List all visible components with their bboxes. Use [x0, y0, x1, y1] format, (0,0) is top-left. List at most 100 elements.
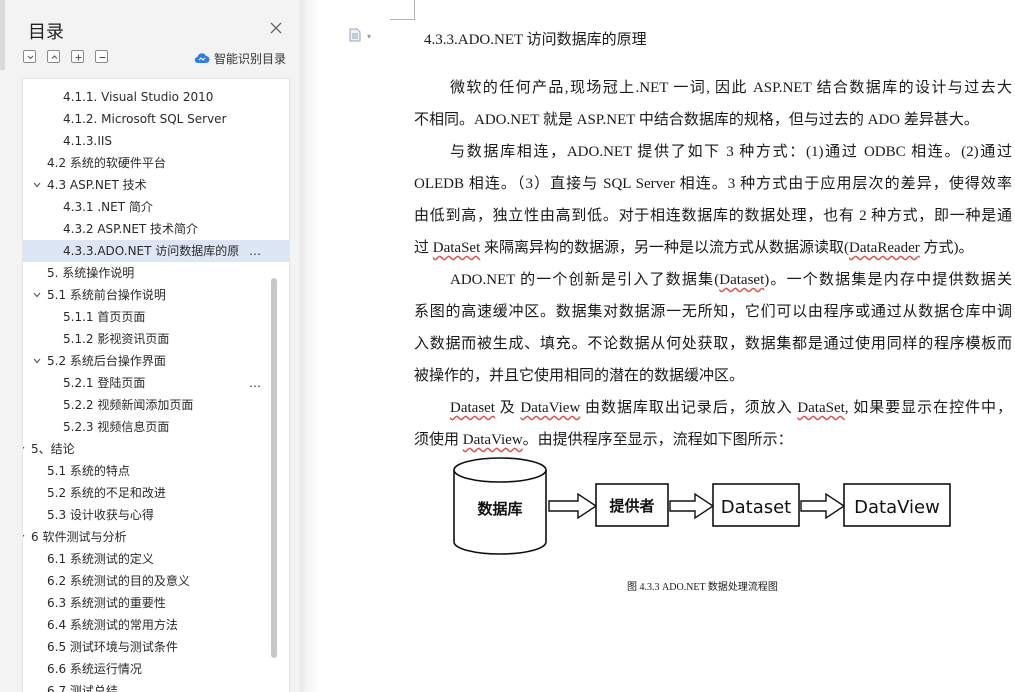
paragraph-line: 不相同。ADO.NET 就是 ASP.NET 中结合数据库的规格，但与过去的 A… [414, 112, 979, 128]
diagram-arrow [669, 492, 715, 520]
toc-item[interactable]: 4.1.1. Visual Studio 2010 [23, 86, 289, 108]
spellcheck-word: DataReader [849, 240, 920, 256]
chevron-down-icon[interactable]: ▾ [367, 32, 371, 41]
toc-item-label: 6.5 测试环境与测试条件 [47, 640, 178, 654]
more-options-icon[interactable]: … [249, 240, 262, 262]
toc-item[interactable]: 5. 系统操作说明 [23, 262, 289, 284]
spellcheck-word: Dataset [450, 400, 495, 416]
toc-item-label: 5、结论 [31, 442, 75, 456]
toc-item-label: 5.1 系统前台操作说明 [47, 288, 166, 302]
toc-item-label: 4.3.1 .NET 简介 [63, 200, 153, 214]
toc-item[interactable]: 5.2.2 视频新闻添加页面 [23, 394, 289, 416]
expand-level-button[interactable] [47, 50, 60, 63]
chevron-down-icon[interactable] [33, 182, 41, 188]
diagram-node-dataset: Dataset [712, 483, 800, 527]
diagram-node-database: 数据库 [453, 457, 547, 555]
paragraph-line: 过 DataSet 来隔离异构的数据源，另一种是以流方式从数据源读取(DataR… [414, 240, 974, 256]
toc-item[interactable]: 4.3 ASP.NET 技术 [23, 174, 289, 196]
navigation-header: 目录 智能识别目录 [0, 0, 300, 76]
figure-caption: 图 4.3.3 ADO.NET 数据处理流程图 [627, 582, 778, 593]
expand-all-button[interactable] [71, 50, 84, 63]
toc-item-label: 6.6 系统运行情况 [47, 662, 142, 676]
paragraph: ADO.NET 的一个创新是引入了数据集(Dataset)。一个数据集是内存中提… [414, 264, 1012, 392]
cloud-icon [194, 53, 210, 64]
plus-icon [75, 54, 82, 61]
toc-item[interactable]: 6.6 系统运行情况 [23, 658, 289, 680]
toc-item-label: 4.3 ASP.NET 技术 [47, 178, 147, 192]
diagram-node-label: Dataset [721, 497, 792, 518]
toc-item-label: 5.2.1 登陆页面 [63, 376, 146, 390]
close-icon [270, 22, 282, 34]
toc-item-label: 5.3 设计收获与心得 [47, 508, 154, 522]
toc-item[interactable]: 4.3.3.ADO.NET 访问数据库的原… [23, 240, 289, 262]
minus-icon [99, 56, 106, 59]
spellcheck-word: DataSet [432, 240, 481, 256]
toc-item[interactable]: 5、结论 [23, 438, 289, 460]
toc-item-label: 5.2.2 视频新闻添加页面 [63, 398, 194, 412]
more-options-icon[interactable]: … [249, 372, 262, 394]
toc-item[interactable]: 6.5 测试环境与测试条件 [23, 636, 289, 658]
toc-item[interactable]: 5.1.2 影视资讯页面 [23, 328, 289, 350]
chevron-up-icon [51, 55, 58, 59]
toc-item[interactable]: 5.3 设计收获与心得 [23, 504, 289, 526]
toc-item[interactable]: 6.3 系统测试的重要性 [23, 592, 289, 614]
diagram-node-label: DataView [854, 497, 940, 518]
diagram-node-dataview: DataView [843, 483, 951, 527]
paragraph: 微软的任何产品,现场冠上.NET 一词, 因此 ASP.NET 结合数据库的设计… [414, 72, 1012, 136]
page-corner-mark [390, 0, 415, 20]
smart-recognize-toc-button[interactable]: 智能识别目录 [194, 50, 286, 66]
navigation-pane: 目录 智能识别目录 4.1.1. Visual Studio 2010 4.1.2… [0, 0, 300, 692]
toc-item[interactable]: 4.3.2 ASP.NET 技术简介 [23, 218, 289, 240]
close-navigation-button[interactable] [266, 18, 286, 38]
toc-item[interactable]: 5.2 系统后台操作界面 [23, 350, 289, 372]
toc-item[interactable]: 5.2.1 登陆页面 … [23, 372, 289, 394]
toc-item[interactable]: 5.2.3 视频信息页面 [23, 416, 289, 438]
chevron-down-icon[interactable] [23, 534, 25, 540]
spellcheck-word: DataSet [797, 400, 845, 416]
toc-item-label: 5.2.3 视频信息页面 [63, 420, 170, 434]
diagram-arrow [800, 492, 846, 520]
toc-item[interactable]: 5.1 系统的特点 [23, 460, 289, 482]
toc-item-label: 5. 系统操作说明 [47, 266, 135, 280]
paragraph-line: 须使用 DataView。由提供程序至显示，流程如下图所示： [414, 432, 793, 448]
chevron-down-icon[interactable] [23, 446, 25, 452]
pane-separator[interactable] [300, 0, 320, 692]
toc-item-label: 4.1.2. Microsoft SQL Server [63, 112, 227, 126]
toc-item[interactable]: 6.7 测试总结 [23, 680, 289, 692]
section-heading: 4.3.3.ADO.NET 访问数据库的原理 [424, 32, 647, 48]
collapse-level-button[interactable] [23, 50, 36, 63]
paragraph: 与数据库相连，ADO.NET 提供了如下 3 种方式：(1)通过 ODBC 相连… [414, 136, 1012, 264]
chevron-down-icon [27, 55, 34, 60]
toc-item[interactable]: 6 软件测试与分析 [23, 526, 289, 548]
document-view-icon[interactable] [349, 28, 361, 42]
toc-item[interactable]: 4.1.2. Microsoft SQL Server [23, 108, 289, 130]
toc-item-label: 4.3.2 ASP.NET 技术简介 [63, 222, 199, 236]
toc-item-label: 5.2 系统后台操作界面 [47, 354, 166, 368]
paragraph: Dataset 及 DataView 由数据库取出记录后，须放入 DataSet… [414, 392, 1012, 456]
toc-item-label: 5.1.1 首页页面 [63, 310, 146, 324]
toc-item[interactable]: 6.2 系统测试的目的及意义 [23, 570, 289, 592]
toc-item[interactable]: 5.2 系统的不足和改进 [23, 482, 289, 504]
paragraph-line: OLEDB 相连。（3）直接与 SQL Server 相连。3 种方式由于应用层… [414, 176, 1012, 192]
toc-item[interactable]: 6.1 系统测试的定义 [23, 548, 289, 570]
collapse-all-button[interactable] [95, 50, 108, 63]
toc-item-label: 6.1 系统测试的定义 [47, 552, 154, 566]
toc-item-label: 6 软件测试与分析 [31, 530, 127, 544]
paragraph-line: Dataset 及 DataView 由数据库取出记录后，须放入 DataSet… [450, 400, 1012, 416]
toc-scrollbar[interactable] [271, 278, 277, 658]
chevron-down-icon[interactable] [33, 358, 41, 364]
toc-item-label: 5.1 系统的特点 [47, 464, 130, 478]
paragraph-line: 由低到高，独立性由高到低。对于相连数据库的数据处理，也有 2 种方式，即一种是通 [414, 208, 1012, 224]
toc-item-label: 6.3 系统测试的重要性 [47, 596, 166, 610]
toc-item[interactable]: 4.1.3.IIS [23, 130, 289, 152]
toc-item[interactable]: 5.1 系统前台操作说明 [23, 284, 289, 306]
spellcheck-word: Dataset [719, 272, 765, 288]
toc-item-label: 6.2 系统测试的目的及意义 [47, 574, 190, 588]
toc-item[interactable]: 4.3.1 .NET 简介 [23, 196, 289, 218]
toc-item-label: 5.2 系统的不足和改进 [47, 486, 166, 500]
toc-item[interactable]: 4.2 系统的软硬件平台 [23, 152, 289, 174]
chevron-down-icon[interactable] [33, 292, 41, 298]
toc-item[interactable]: 6.4 系统测试的常用方法 [23, 614, 289, 636]
toc-item[interactable]: 5.1.1 首页页面 [23, 306, 289, 328]
diagram-node-label: 提供者 [609, 497, 654, 515]
